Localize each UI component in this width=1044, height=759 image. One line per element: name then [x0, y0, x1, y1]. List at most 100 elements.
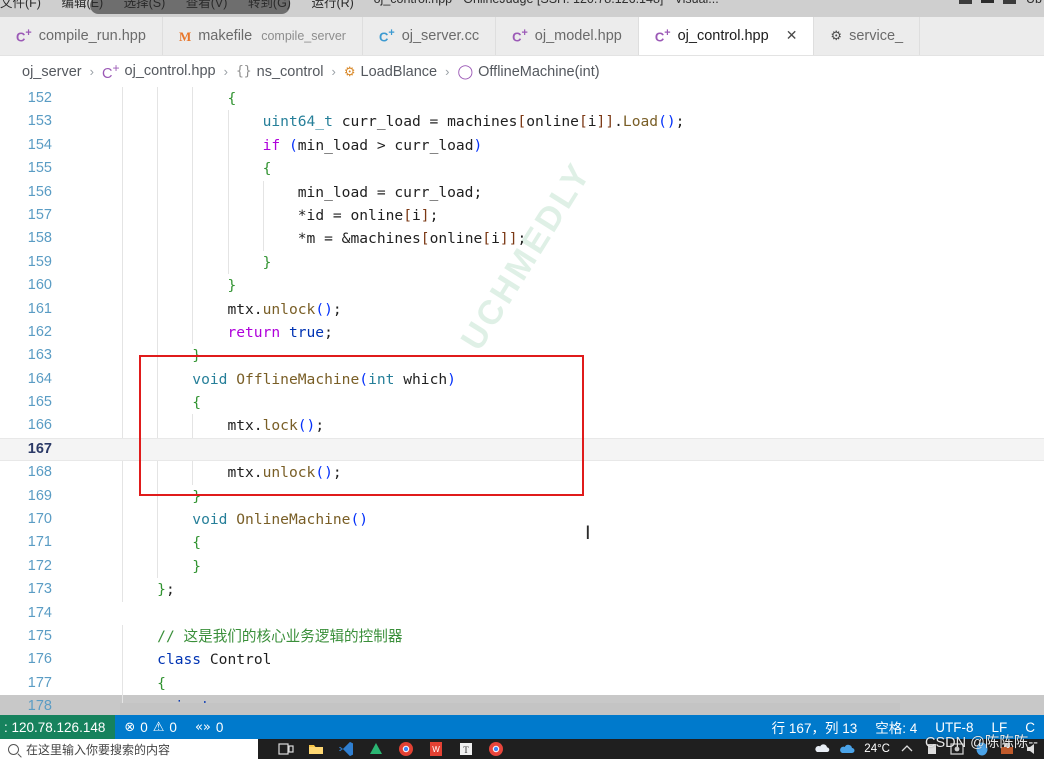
code-line[interactable]: 166 mtx.lock();	[0, 414, 1044, 438]
code-text[interactable]: {	[72, 531, 1044, 555]
menu-item-edit[interactable]: 编辑(E)	[61, 0, 103, 10]
tab-oj-server-cc[interactable]: C+ oj_server.cc	[362, 17, 497, 55]
status-problems[interactable]: ⊗ 0 ⚠ 0	[115, 715, 186, 739]
wps-icon[interactable]: W	[428, 741, 444, 757]
code-text[interactable]: mtx.lock();	[72, 414, 1044, 438]
task-view-icon[interactable]	[278, 741, 294, 757]
code-text[interactable]: return true;	[72, 320, 1044, 345]
code-line[interactable]: 161 mtx.unlock();	[0, 297, 1044, 321]
code-text[interactable]: void OnlineMachine()	[72, 508, 1044, 532]
code-line[interactable]: 157 *id = online[i];	[0, 203, 1044, 228]
network-icon[interactable]	[924, 741, 940, 757]
code-text[interactable]: };	[72, 578, 1044, 602]
code-text[interactable]: class Control	[72, 648, 1044, 672]
code-lines[interactable]: 152 {153 uint64_t curr_load = machines[o…	[0, 87, 1044, 715]
breadcrumb-item-oj-control-hpp[interactable]: C+ oj_control.hpp	[102, 61, 216, 82]
menu-item-goto[interactable]: 转到(G)	[248, 0, 291, 10]
code-line[interactable]: 164 void OfflineMachine(int which)	[0, 367, 1044, 392]
code-line[interactable]: 175 // 这是我们的核心业务逻辑的控制器	[0, 624, 1044, 649]
code-text[interactable]: // 这是我们的核心业务逻辑的控制器	[72, 624, 1044, 649]
code-line[interactable]: 176 class Control	[0, 648, 1044, 672]
app-tray-icon[interactable]	[999, 741, 1015, 757]
code-line[interactable]: 170 void OnlineMachine()	[0, 508, 1044, 532]
menu-item-run[interactable]: 运行(R)	[311, 0, 353, 10]
volume-icon[interactable]	[1024, 741, 1040, 757]
code-line[interactable]: 174	[0, 602, 1044, 625]
code-text[interactable]: }	[72, 484, 1044, 509]
close-icon[interactable]: ✕	[786, 28, 798, 44]
minimize-button[interactable]	[959, 0, 972, 4]
code-line[interactable]: 177 {	[0, 671, 1044, 696]
status-cursor-position[interactable]: 行 167，列 13	[763, 715, 867, 739]
code-line[interactable]: 173 };	[0, 578, 1044, 602]
code-line[interactable]: 169 }	[0, 484, 1044, 509]
status-encoding[interactable]: UTF-8	[926, 715, 982, 739]
file-explorer-icon[interactable]	[308, 741, 324, 757]
code-line[interactable]: 162 return true;	[0, 320, 1044, 345]
breadcrumb-item-ns-control[interactable]: {} ns_control	[236, 64, 324, 80]
code-text[interactable]: mtx.unlock();	[72, 297, 1044, 321]
taskbar-search-input[interactable]: 在这里输入你要搜索的内容	[0, 739, 258, 759]
code-line[interactable]: 158 *m = &machines[online[i]];	[0, 227, 1044, 251]
code-text[interactable]: }	[72, 344, 1044, 368]
status-eol[interactable]: LF	[982, 715, 1016, 739]
taskbar-system-tray[interactable]: 24°C	[814, 741, 1044, 757]
vscode-icon[interactable]	[338, 741, 354, 757]
menu-item-select[interactable]: 选择(S)	[124, 0, 166, 10]
tab-makefile[interactable]: M makefile compile_server	[162, 17, 363, 55]
code-text[interactable]: }	[72, 250, 1044, 275]
chrome-icon[interactable]	[398, 741, 414, 757]
status-ports[interactable]: «» 0	[186, 715, 232, 739]
code-line[interactable]: 171 {	[0, 531, 1044, 555]
code-text[interactable]: }	[72, 274, 1044, 298]
code-text[interactable]: {	[72, 391, 1044, 415]
menu-item-file[interactable]: 文件(F)	[0, 0, 41, 10]
status-language-mode[interactable]: C	[1016, 715, 1044, 739]
tab-oj-model-hpp[interactable]: C+ oj_model.hpp	[496, 17, 639, 55]
tab-compile-run-hpp[interactable]: C+ compile_run.hpp	[0, 17, 163, 55]
code-text[interactable]: uint64_t curr_load = machines[online[i]]…	[72, 110, 1044, 134]
code-line[interactable]: 163 }	[0, 344, 1044, 368]
code-text[interactable]: min_load = curr_load;	[72, 180, 1044, 204]
typora-icon[interactable]: T	[458, 741, 474, 757]
tab-oj-control-hpp[interactable]: C+ oj_control.hpp ✕	[638, 17, 815, 55]
horizontal-scrollbar[interactable]	[120, 703, 900, 715]
weather-cloud-icon[interactable]	[839, 741, 855, 757]
chevron-up-icon[interactable]	[899, 741, 915, 757]
code-text[interactable]: if (min_load > curr_load)	[72, 133, 1044, 158]
code-text[interactable]: {	[72, 157, 1044, 181]
status-remote-host[interactable]: : 120.78.126.148	[0, 715, 116, 739]
menu-bar[interactable]: 文件(F) 编辑(E) 选择(S) 查看(V) 转到(G) 运行(R)	[0, 0, 371, 11]
sourcetree-icon[interactable]	[368, 741, 384, 757]
code-line[interactable]: 153 uint64_t curr_load = machines[online…	[0, 110, 1044, 134]
tab-service[interactable]: ⚙ service_	[814, 17, 921, 55]
qq-icon[interactable]	[974, 741, 990, 757]
code-line[interactable]: 155 {	[0, 157, 1044, 181]
code-line[interactable]: 168 mtx.unlock();	[0, 461, 1044, 485]
maximize-button[interactable]	[981, 0, 994, 3]
code-line[interactable]: 156 min_load = curr_load;	[0, 180, 1044, 204]
code-line[interactable]: 172 }	[0, 554, 1044, 579]
status-indentation[interactable]: 空格: 4	[866, 715, 926, 739]
chrome2-icon[interactable]	[488, 741, 504, 757]
code-line[interactable]: 154 if (min_load > curr_load)	[0, 133, 1044, 158]
code-line[interactable]: 167	[0, 437, 1044, 462]
code-line[interactable]: 160 }	[0, 274, 1044, 298]
code-line[interactable]: 165 {	[0, 391, 1044, 415]
code-line[interactable]: 152 {	[0, 87, 1044, 111]
taskbar-pinned-icons[interactable]: W T	[258, 741, 504, 757]
window-controls[interactable]	[959, 0, 1016, 4]
breadcrumb[interactable]: oj_server › C+ oj_control.hpp › {} ns_co…	[0, 56, 1044, 87]
code-text[interactable]: {	[72, 87, 1044, 111]
onedrive-icon[interactable]	[814, 741, 830, 757]
code-editor[interactable]: UCHMEDLY 152 {153 uint64_t curr_load = m…	[0, 87, 1044, 715]
code-text[interactable]: mtx.unlock();	[72, 461, 1044, 485]
code-text[interactable]: *m = &machines[online[i]];	[72, 227, 1044, 251]
code-text[interactable]: void OfflineMachine(int which)	[72, 367, 1044, 392]
code-text[interactable]: {	[72, 671, 1044, 696]
breadcrumb-item-loadblance[interactable]: ⚙ LoadBlance	[344, 64, 437, 80]
screenshot-icon[interactable]	[949, 741, 965, 757]
code-line[interactable]: 159 }	[0, 250, 1044, 275]
breadcrumb-item-offlinemachine[interactable]: ◯ OfflineMachine(int)	[457, 63, 599, 80]
breadcrumb-item-oj-server[interactable]: oj_server	[22, 64, 82, 80]
